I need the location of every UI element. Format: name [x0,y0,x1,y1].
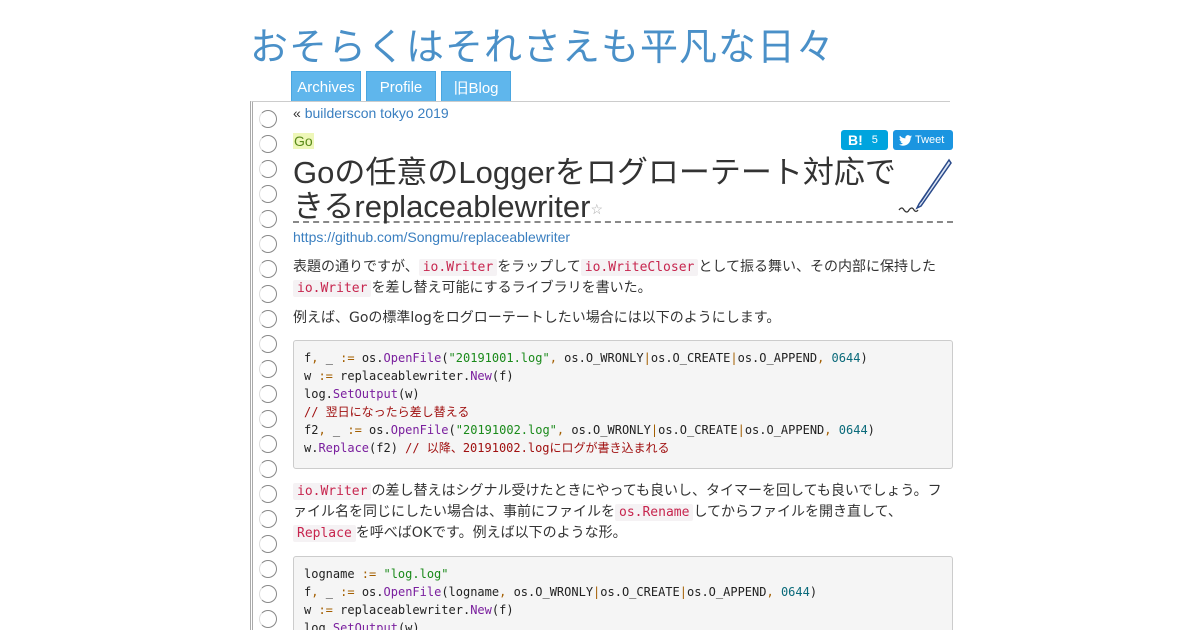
ring-icon [259,535,277,553]
ring-icon [259,585,277,603]
ring-icon [259,360,277,378]
share-buttons: B! 5 Tweet [841,130,953,150]
global-nav: Archives Profile 旧Blog [291,71,511,102]
github-link[interactable]: https://github.com/Songmu/replaceablewri… [293,229,570,245]
post-meta: Go B! 5 Tweet [293,130,953,158]
ring-icon [259,110,277,128]
inline-code: Replace [293,525,356,542]
hatena-bookmark-icon: B! [848,132,863,148]
source-link-row: https://github.com/Songmu/replaceablewri… [293,229,953,245]
ring-icon [259,310,277,328]
code-line-1: f, _ := os.OpenFile("20191001.log", os.O… [304,351,868,365]
inline-code: io.WriteCloser [580,259,699,276]
post-content: « builderscon tokyo 2019 Go B! 5 Tweet G… [293,102,953,630]
code-line-5: f2, _ := os.OpenFile("20191002.log", os.… [304,423,875,437]
inline-code: io.Writer [293,483,372,500]
ring-icon [259,435,277,453]
text: してからファイルを開き直して、 [693,504,902,520]
code-block-1: f, _ := os.OpenFile("20191001.log", os.O… [293,340,953,469]
twitter-bird-icon [899,134,912,146]
ring-icon [259,385,277,403]
ring-icon [259,485,277,503]
paragraph-rename: io.Writer の差し替えはシグナル受けたときにやっても良いし、タイマーを回し… [293,481,953,544]
site-title[interactable]: おそらくはそれさえも平凡な日々 [250,16,835,71]
code-line-4: // 翌日になったら差し替える [304,405,470,419]
post-title[interactable]: Goの任意のLoggerをログローテート対応できるreplaceablewrit… [293,156,903,226]
paragraph-intro: 表題の通りですが、 io.Writer をラップして io.WriteCloser とし… [293,257,953,299]
nav-tab-profile[interactable]: Profile [366,71,436,102]
text: をラップして [497,259,581,275]
code-line-1: logname := "log.log" [304,567,449,581]
prev-post-link[interactable]: builderscon tokyo 2019 [305,105,449,121]
ring-icon [259,410,277,428]
code-line-4: log.SetOutput(w) [304,621,420,630]
ring-icon [259,160,277,178]
nav-tab-old-blog[interactable]: 旧Blog [441,71,511,102]
inline-code: io.Writer [293,280,372,297]
prev-post-nav: « builderscon tokyo 2019 [293,105,953,121]
star-icon[interactable]: ☆ [590,192,603,226]
code-line-2: w := replaceablewriter.New(f) [304,369,514,383]
ring-icon [259,135,277,153]
code-line-2: f, _ := os.OpenFile(logname, os.O_WRONLY… [304,585,818,599]
ring-icon [259,285,277,303]
notebook-rings [259,110,277,630]
inline-code: io.Writer [418,259,498,276]
hatena-bookmark-count: 5 [871,134,878,146]
ring-icon [259,260,277,278]
paragraph-example: 例えば、Goの標準logをログローテートしたい場合には以下のようにします。 [293,310,781,326]
ring-icon [259,235,277,253]
category-tag[interactable]: Go [293,133,314,149]
text: として振る舞い、その内部に保持した [698,259,936,275]
text: を差し替え可能にするライブラリを書いた。 [371,280,652,296]
code-block-2: logname := "log.log" f, _ := os.OpenFile… [293,556,953,630]
text: を呼べばOKです。例えば以下のような形。 [355,525,627,541]
pen-icon [898,158,952,213]
nav-tab-archives[interactable]: Archives [291,71,361,102]
ring-icon [259,185,277,203]
ring-icon [259,510,277,528]
inline-code: os.Rename [615,504,694,521]
notebook-page: « builderscon tokyo 2019 Go B! 5 Tweet G… [250,101,953,630]
hatena-bookmark-button[interactable]: B! 5 [841,130,888,150]
ring-icon [259,610,277,628]
post-title-area: Goの任意のLoggerをログローテート対応できるreplaceablewrit… [293,156,953,226]
tweet-label: Tweet [915,134,945,146]
text: 表題の通りですが、 [293,259,419,275]
code-line-3: log.SetOutput(w) [304,387,420,401]
ring-icon [259,335,277,353]
tweet-button[interactable]: Tweet [893,130,953,150]
ring-icon [259,560,277,578]
ring-icon [259,460,277,478]
prev-arrow: « [293,105,301,121]
code-line-6: w.Replace(f2) // 以降、20191002.logにログが書き込ま… [304,441,670,455]
ring-icon [259,210,277,228]
code-line-3: w := replaceablewriter.New(f) [304,603,514,617]
